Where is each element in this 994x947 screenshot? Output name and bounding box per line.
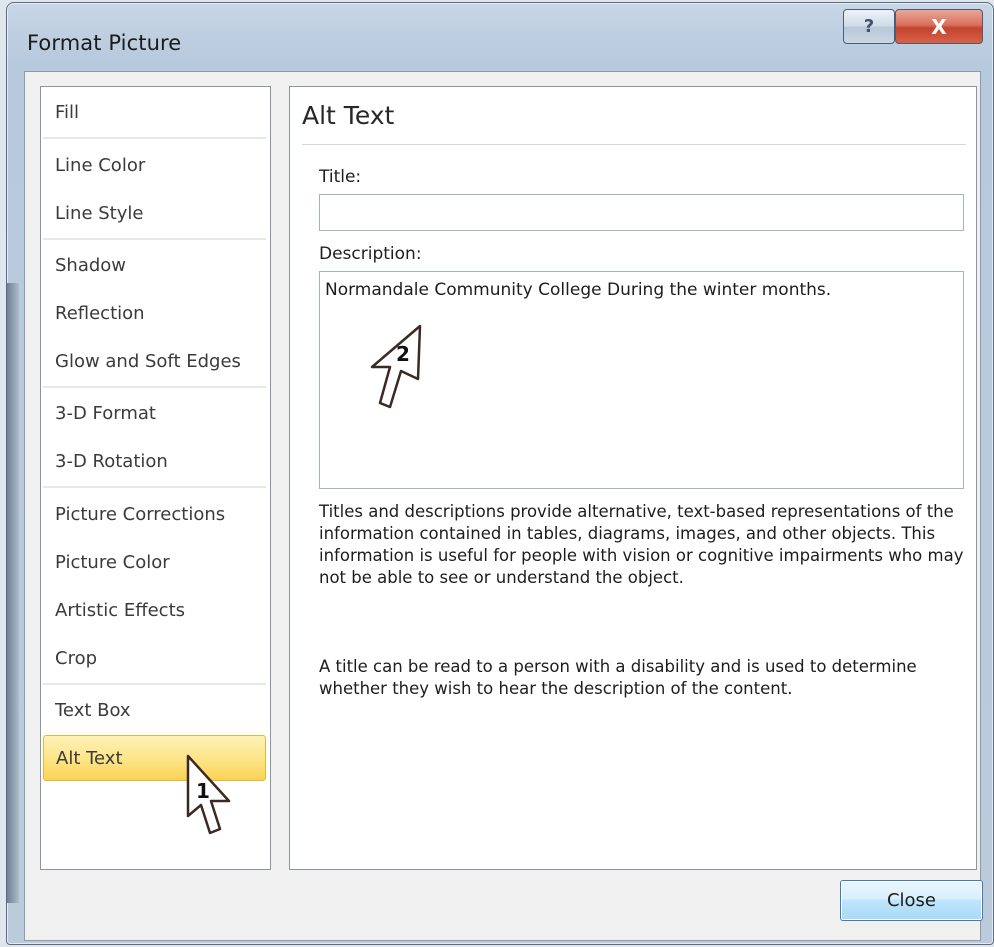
heading-divider xyxy=(302,144,966,145)
format-picture-dialog: Format Picture ? X Fill Line Color Line … xyxy=(6,2,994,945)
nav-item-label: Glow and Soft Edges xyxy=(55,350,241,372)
nav-item-label: 3-D Format xyxy=(55,402,156,424)
title-input[interactable] xyxy=(319,194,964,231)
category-list: Fill Line Color Line Style Shadow Reflec… xyxy=(40,86,271,870)
window-frame-edge xyxy=(7,283,19,903)
nav-divider xyxy=(43,137,266,139)
callout-number-1: 1 xyxy=(196,779,210,803)
dialog-body: Fill Line Color Line Style Shadow Reflec… xyxy=(24,71,983,941)
nav-item-label: Alt Text xyxy=(56,747,123,769)
help-button[interactable]: ? xyxy=(843,9,895,44)
nav-divider xyxy=(43,683,266,685)
nav-item-label: Line Style xyxy=(55,202,144,224)
nav-divider xyxy=(43,386,266,388)
nav-item-label: Picture Color xyxy=(55,551,170,573)
window-close-button[interactable]: X xyxy=(895,9,983,44)
close-icon: X xyxy=(931,14,947,39)
alt-text-panel: Alt Text Title: Description: Normandale … xyxy=(289,86,977,870)
nav-divider xyxy=(43,238,266,240)
help-paragraph-1: Titles and descriptions provide alternat… xyxy=(319,502,964,587)
nav-item-label: Artistic Effects xyxy=(55,599,186,621)
nav-item-crop[interactable]: Crop xyxy=(43,635,266,681)
nav-item-artistic-effects[interactable]: Artistic Effects xyxy=(43,587,266,633)
nav-item-fill[interactable]: Fill xyxy=(43,89,266,135)
description-value: Normandale Community College During the … xyxy=(325,280,832,300)
nav-item-3d-rotation[interactable]: 3-D Rotation xyxy=(43,438,266,484)
nav-item-line-color[interactable]: Line Color xyxy=(43,142,266,188)
nav-divider xyxy=(43,486,266,488)
callout-arrow-1: 1 xyxy=(186,754,231,835)
nav-item-reflection[interactable]: Reflection xyxy=(43,290,266,336)
nav-item-label: Text Box xyxy=(55,699,131,721)
help-paragraph-2: A title can be read to a person with a d… xyxy=(319,657,917,698)
nav-item-shadow[interactable]: Shadow xyxy=(43,242,266,288)
nav-item-label: Crop xyxy=(55,647,98,669)
description-label: Description: xyxy=(319,244,422,264)
nav-item-label: Line Color xyxy=(55,154,146,176)
nav-item-label: Picture Corrections xyxy=(55,503,226,525)
nav-item-3d-format[interactable]: 3-D Format xyxy=(43,390,266,436)
callout-arrow-2: 2 xyxy=(370,324,422,409)
nav-item-label: Reflection xyxy=(55,302,145,324)
nav-item-label: 3-D Rotation xyxy=(55,450,168,472)
nav-item-line-style[interactable]: Line Style xyxy=(43,190,266,236)
dialog-title: Format Picture xyxy=(27,31,182,55)
title-label: Title: xyxy=(319,167,362,187)
nav-item-text-box[interactable]: Text Box xyxy=(43,687,266,733)
nav-item-label: Fill xyxy=(55,101,80,123)
nav-item-label: Shadow xyxy=(55,254,127,276)
question-icon: ? xyxy=(863,16,875,37)
nav-item-picture-corrections[interactable]: Picture Corrections xyxy=(43,491,266,537)
nav-item-glow-soft-edges[interactable]: Glow and Soft Edges xyxy=(43,338,266,384)
callout-number-2: 2 xyxy=(396,342,410,366)
panel-heading: Alt Text xyxy=(302,101,395,130)
nav-item-picture-color[interactable]: Picture Color xyxy=(43,539,266,585)
close-button[interactable]: Close xyxy=(840,880,983,921)
